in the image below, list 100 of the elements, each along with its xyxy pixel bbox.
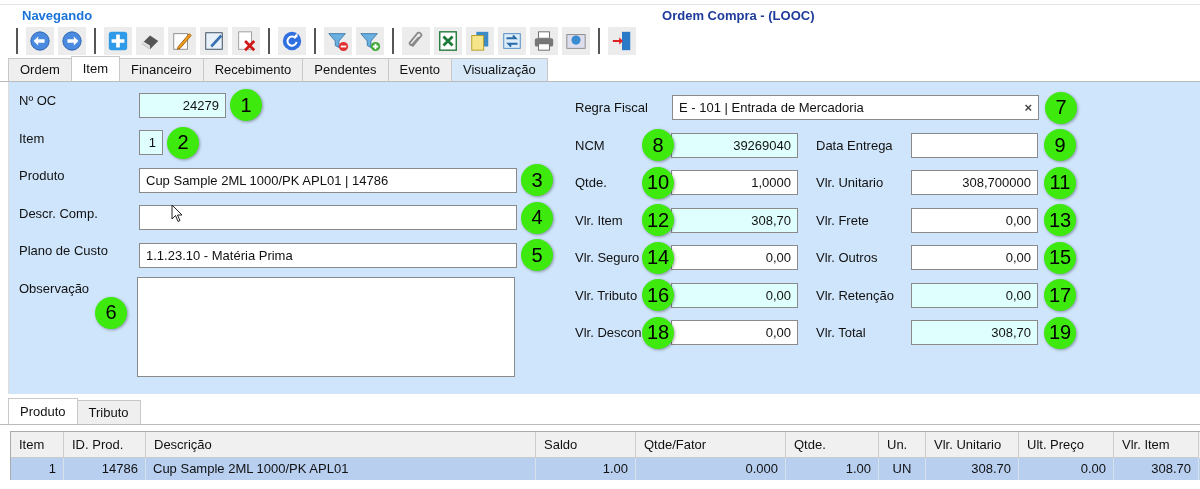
number-marker: 17 bbox=[1044, 279, 1076, 312]
number-marker: 13 bbox=[1044, 204, 1076, 237]
number-marker: 2 bbox=[167, 126, 199, 159]
number-marker: 18 bbox=[642, 316, 674, 349]
copy-icon bbox=[469, 30, 491, 52]
number-marker: 7 bbox=[1045, 91, 1077, 124]
field-label: Data Entrega bbox=[816, 137, 894, 153]
toolbar-button[interactable] bbox=[562, 27, 590, 55]
field-label: Vlr. Frete bbox=[816, 212, 870, 228]
toolbar-button[interactable] bbox=[324, 27, 352, 55]
toolbar-button[interactable] bbox=[136, 27, 164, 55]
mouse-cursor-icon bbox=[171, 204, 183, 223]
field-value: E - 101 | Entrada de Mercadoria bbox=[679, 100, 864, 116]
tab[interactable]: Visualização bbox=[451, 58, 548, 81]
table-cell: 308.70 bbox=[1114, 458, 1199, 480]
toolbar-button[interactable] bbox=[530, 27, 558, 55]
toolbar-button[interactable] bbox=[434, 27, 462, 55]
input-field[interactable]: 1.1.23.10 - Matéria Prima bbox=[139, 242, 517, 268]
field-label: Vlr. Retenção bbox=[816, 287, 896, 303]
number-marker: 1 bbox=[230, 89, 262, 121]
status-label: Navegando bbox=[22, 7, 93, 23]
tab[interactable]: Tributo bbox=[76, 400, 141, 424]
toolbar-button[interactable] bbox=[200, 27, 228, 55]
table-cell: 14786 bbox=[64, 458, 146, 480]
tab[interactable]: Produto bbox=[8, 398, 78, 424]
input-field[interactable]: 0,00 bbox=[911, 207, 1038, 233]
field-label: Item bbox=[19, 129, 46, 146]
toolbar-button[interactable] bbox=[168, 27, 196, 55]
table-cell: 308.70 bbox=[926, 458, 1019, 480]
field-label: Descr. Comp. bbox=[19, 204, 99, 221]
number-marker: 14 bbox=[642, 241, 674, 274]
toolbar-button[interactable] bbox=[466, 27, 494, 55]
input-field[interactable]: 0,00 bbox=[671, 245, 798, 271]
number-marker: 6 bbox=[95, 296, 127, 329]
tab[interactable]: Financeiro bbox=[119, 58, 204, 81]
input-field[interactable]: 308,700000 bbox=[911, 170, 1038, 196]
input-field[interactable]: 1,0000 bbox=[671, 170, 798, 196]
number-marker: 10 bbox=[642, 166, 674, 199]
clear-button[interactable]: × bbox=[1024, 100, 1032, 116]
table-cell: 1.00 bbox=[536, 458, 636, 480]
dropdown-field[interactable]: E - 101 | Entrada de Mercadoria × bbox=[672, 95, 1039, 121]
toolbar-button[interactable] bbox=[26, 27, 54, 55]
toolbar-button[interactable] bbox=[608, 27, 636, 55]
add-icon bbox=[107, 30, 129, 52]
toolbar-button[interactable] bbox=[402, 27, 430, 55]
field-label: Regra Fiscal bbox=[575, 100, 649, 116]
input-field[interactable]: 0,00 bbox=[671, 282, 798, 308]
tab[interactable]: Recebimento bbox=[202, 58, 304, 81]
table-cell: 0.00 bbox=[1019, 458, 1114, 480]
number-marker: 12 bbox=[642, 204, 674, 237]
field-label: Vlr. Item bbox=[575, 212, 624, 228]
input-field[interactable]: 0,00 bbox=[671, 320, 798, 346]
number-marker: 4 bbox=[521, 201, 553, 234]
toolbar-button[interactable] bbox=[356, 27, 384, 55]
field-label: Vlr. Unitario bbox=[816, 175, 885, 191]
toolbar-button[interactable] bbox=[58, 27, 86, 55]
field-label: Vlr. Tributo bbox=[575, 287, 639, 303]
input-field[interactable]: 308,70 bbox=[671, 207, 798, 233]
toolbar-button[interactable] bbox=[278, 27, 306, 55]
toolbar-button[interactable] bbox=[232, 27, 260, 55]
filter-remove-icon bbox=[327, 30, 349, 52]
field-label: Plano de Custo bbox=[19, 242, 109, 258]
field-label: Vlr. Outros bbox=[816, 250, 879, 266]
input-field[interactable]: 308,70 bbox=[911, 320, 1038, 346]
filter-add-icon bbox=[359, 30, 381, 52]
printer-icon bbox=[533, 30, 555, 52]
spreadsheet-icon bbox=[437, 30, 459, 52]
table-cell: Cup Sample 2ML 1000/PK APL01 bbox=[146, 458, 536, 480]
toolbar-button[interactable] bbox=[104, 27, 132, 55]
refresh-icon bbox=[281, 30, 303, 52]
input-field[interactable] bbox=[139, 205, 517, 230]
input-field[interactable] bbox=[137, 276, 515, 377]
table-cell: 1.00 bbox=[786, 458, 879, 480]
field-label: Observação bbox=[19, 279, 91, 296]
input-field[interactable]: 39269040 bbox=[671, 132, 798, 158]
table-row[interactable]: 1 14786 Cup Sample 2ML 1000/PK APL01 1.00 0.000 1.00 UN 308.70 0.00 308.70 bbox=[11, 458, 1200, 480]
input-field[interactable]: 0,00 bbox=[911, 245, 1038, 271]
input-field[interactable] bbox=[911, 132, 1038, 158]
tab[interactable]: Ordem bbox=[8, 58, 72, 81]
table-cell: 1 bbox=[11, 458, 64, 480]
toolbar-button[interactable] bbox=[498, 27, 526, 55]
number-marker: 11 bbox=[1044, 166, 1076, 199]
field-label: Produto bbox=[19, 167, 66, 183]
tab[interactable]: Evento bbox=[387, 58, 452, 81]
input-field[interactable]: Cup Sample 2ML 1000/PK APL01 | 14786 bbox=[139, 167, 517, 193]
field-label: Nº OC bbox=[19, 92, 58, 108]
tab[interactable]: Pendentes bbox=[302, 58, 389, 81]
input-field[interactable]: 1 bbox=[139, 130, 163, 155]
number-marker: 19 bbox=[1044, 316, 1076, 349]
field-label: NCM bbox=[575, 137, 606, 153]
table-cell: UN bbox=[879, 458, 926, 480]
number-marker: 15 bbox=[1044, 241, 1076, 274]
transfer-icon bbox=[501, 30, 523, 52]
window-title: Ordem Compra - (LOOC) bbox=[662, 7, 815, 23]
number-marker: 5 bbox=[521, 239, 553, 271]
input-field[interactable]: 0,00 bbox=[911, 282, 1038, 308]
number-marker: 3 bbox=[521, 164, 553, 196]
input-field[interactable]: 24279 bbox=[139, 92, 226, 118]
exit-door-icon bbox=[611, 30, 633, 52]
edit-form-icon bbox=[203, 30, 225, 52]
